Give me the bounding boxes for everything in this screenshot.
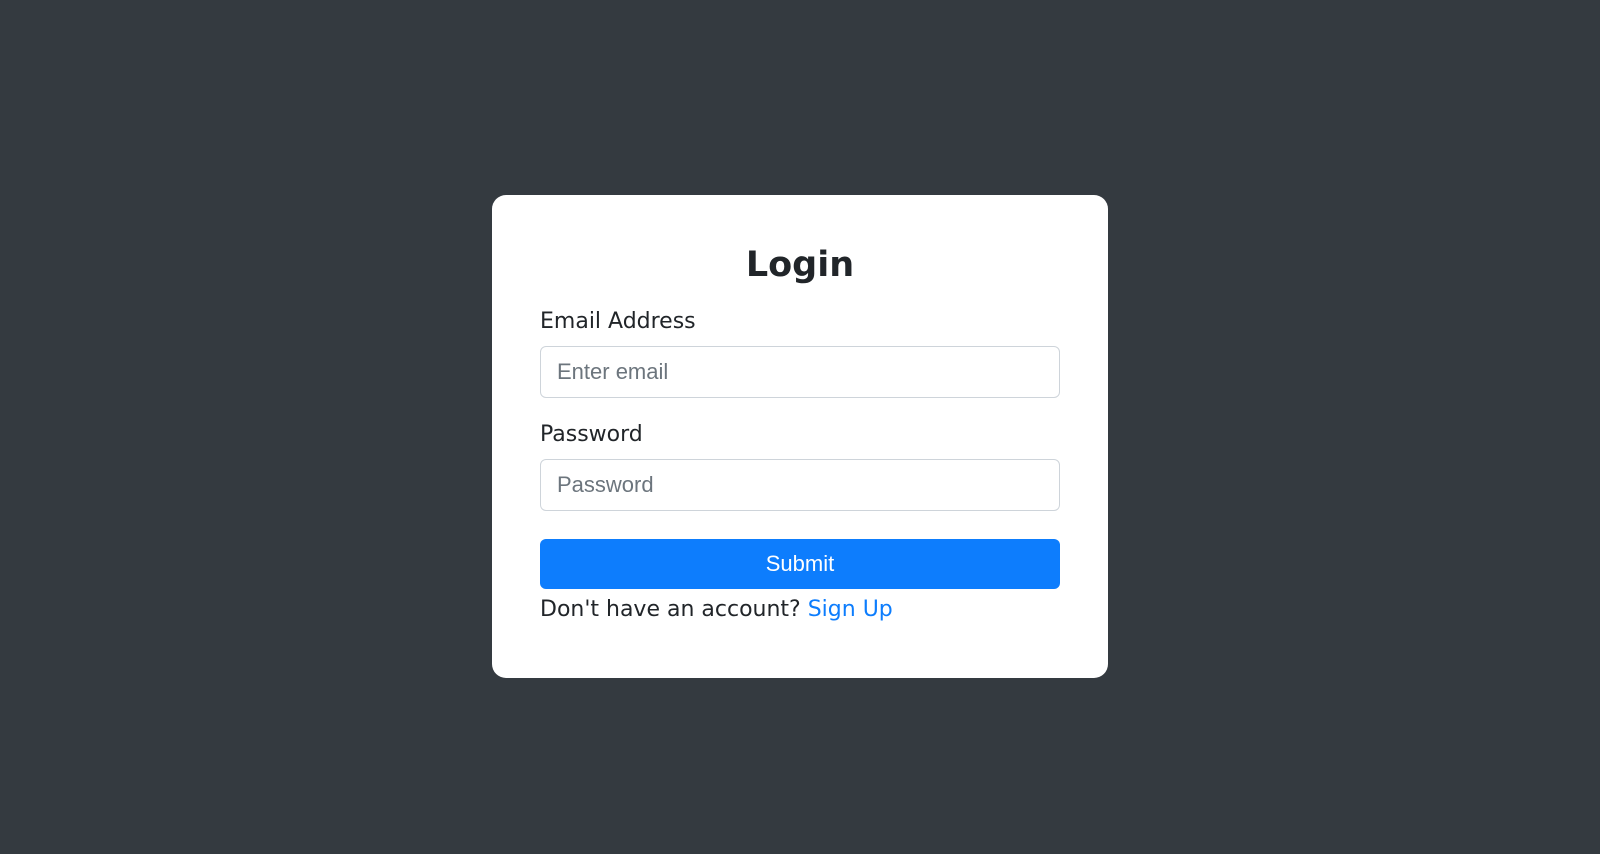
- email-group: Email Address: [540, 309, 1060, 398]
- password-field[interactable]: [540, 459, 1060, 511]
- signup-link[interactable]: Sign Up: [808, 597, 893, 622]
- email-field[interactable]: [540, 346, 1060, 398]
- password-group: Password: [540, 422, 1060, 511]
- login-form: Email Address Password Submit Don't have…: [540, 309, 1060, 622]
- login-title: Login: [540, 245, 1060, 285]
- signup-prompt: Don't have an account?: [540, 597, 808, 622]
- password-label: Password: [540, 422, 1060, 447]
- login-card: Login Email Address Password Submit Don'…: [492, 195, 1108, 678]
- submit-button[interactable]: Submit: [540, 539, 1060, 589]
- signup-prompt-text: Don't have an account? Sign Up: [540, 597, 1060, 622]
- email-label: Email Address: [540, 309, 1060, 334]
